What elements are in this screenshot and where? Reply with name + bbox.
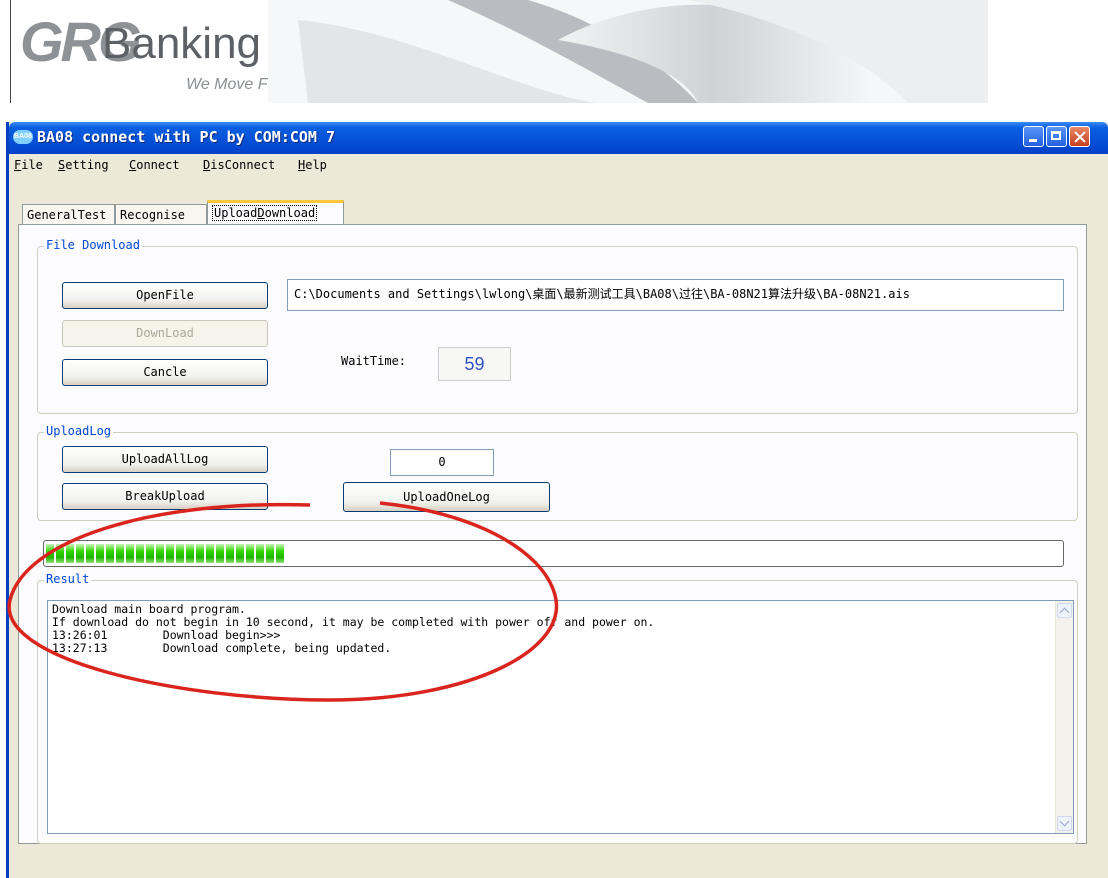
progress-segment [116, 544, 124, 563]
progress-segment [156, 544, 164, 563]
break-upload-button[interactable]: BreakUpload [62, 483, 268, 510]
progress-segment [46, 544, 54, 563]
progress-segment [166, 544, 174, 563]
result-log-text: Download main board program. If download… [52, 602, 655, 655]
menu-bar: File Setting Connect DisConnect Help [9, 155, 1108, 177]
download-progress-bar [43, 540, 1064, 567]
upload-all-log-button[interactable]: UploadAllLog [62, 446, 268, 473]
progress-segment [246, 544, 254, 563]
wait-time-value: 59 [438, 347, 511, 381]
menu-setting[interactable]: Setting [58, 158, 109, 172]
scroll-up-arrow-icon[interactable] [1057, 603, 1072, 618]
progress-segment [256, 544, 264, 563]
file-path-field[interactable]: C:\Documents and Settings\lwlong\桌面\最新测试… [287, 279, 1064, 311]
progress-segment [226, 544, 234, 563]
tab-uploaddownload[interactable]: UploadDownload [207, 200, 344, 225]
progress-segment [276, 544, 284, 563]
maximize-button[interactable] [1046, 126, 1067, 147]
result-scrollbar[interactable] [1055, 601, 1073, 833]
log-index-field[interactable]: 0 [390, 449, 494, 476]
progress-segment [76, 544, 84, 563]
progress-segment [146, 544, 154, 563]
progress-segment [106, 544, 114, 563]
window-title: BA08 connect with PC by COM:COM 7 [37, 128, 336, 146]
progress-segment [56, 544, 64, 563]
banner-swoosh-art [268, 0, 988, 103]
close-button[interactable] [1069, 126, 1090, 147]
upload-one-log-button[interactable]: UploadOneLog [343, 482, 550, 512]
minimize-button[interactable] [1023, 126, 1044, 147]
result-label: Result [44, 572, 92, 586]
progress-segment [126, 544, 134, 563]
menu-help[interactable]: Help [298, 158, 327, 172]
open-file-button[interactable]: OpenFile [62, 282, 268, 309]
progress-fill [46, 544, 284, 563]
progress-segment [66, 544, 74, 563]
cancel-button[interactable]: Cancle [62, 359, 268, 386]
menu-connect[interactable]: Connect [129, 158, 180, 172]
progress-segment [266, 544, 274, 563]
company-banner: GRG Banking We Move Faster [0, 0, 1108, 103]
progress-segment [96, 544, 104, 563]
file-download-label: File Download [44, 238, 142, 252]
progress-segment [206, 544, 214, 563]
progress-segment [186, 544, 194, 563]
logo-banking: Banking [102, 19, 262, 68]
tab-generaltest[interactable]: GeneralTest [22, 204, 115, 224]
progress-segment [136, 544, 144, 563]
upload-log-label: UploadLog [44, 424, 114, 438]
tab-recognise[interactable]: Recognise [115, 204, 207, 224]
progress-segment [196, 544, 204, 563]
progress-segment [236, 544, 244, 563]
progress-segment [176, 544, 184, 563]
result-log-textarea[interactable]: Download main board program. If download… [47, 600, 1074, 834]
menu-disconnect[interactable]: DisConnect [203, 158, 275, 172]
menu-file[interactable]: File [14, 158, 43, 172]
title-bar[interactable]: BA08 BA08 connect with PC by COM:COM 7 [9, 122, 1108, 154]
banner-divider [10, 0, 11, 103]
wait-time-label: WaitTime: [341, 354, 407, 368]
download-button[interactable]: DownLoad [62, 320, 268, 347]
progress-segment [86, 544, 94, 563]
progress-segment [216, 544, 224, 563]
scroll-down-arrow-icon[interactable] [1057, 816, 1072, 831]
app-icon: BA08 [13, 130, 33, 144]
